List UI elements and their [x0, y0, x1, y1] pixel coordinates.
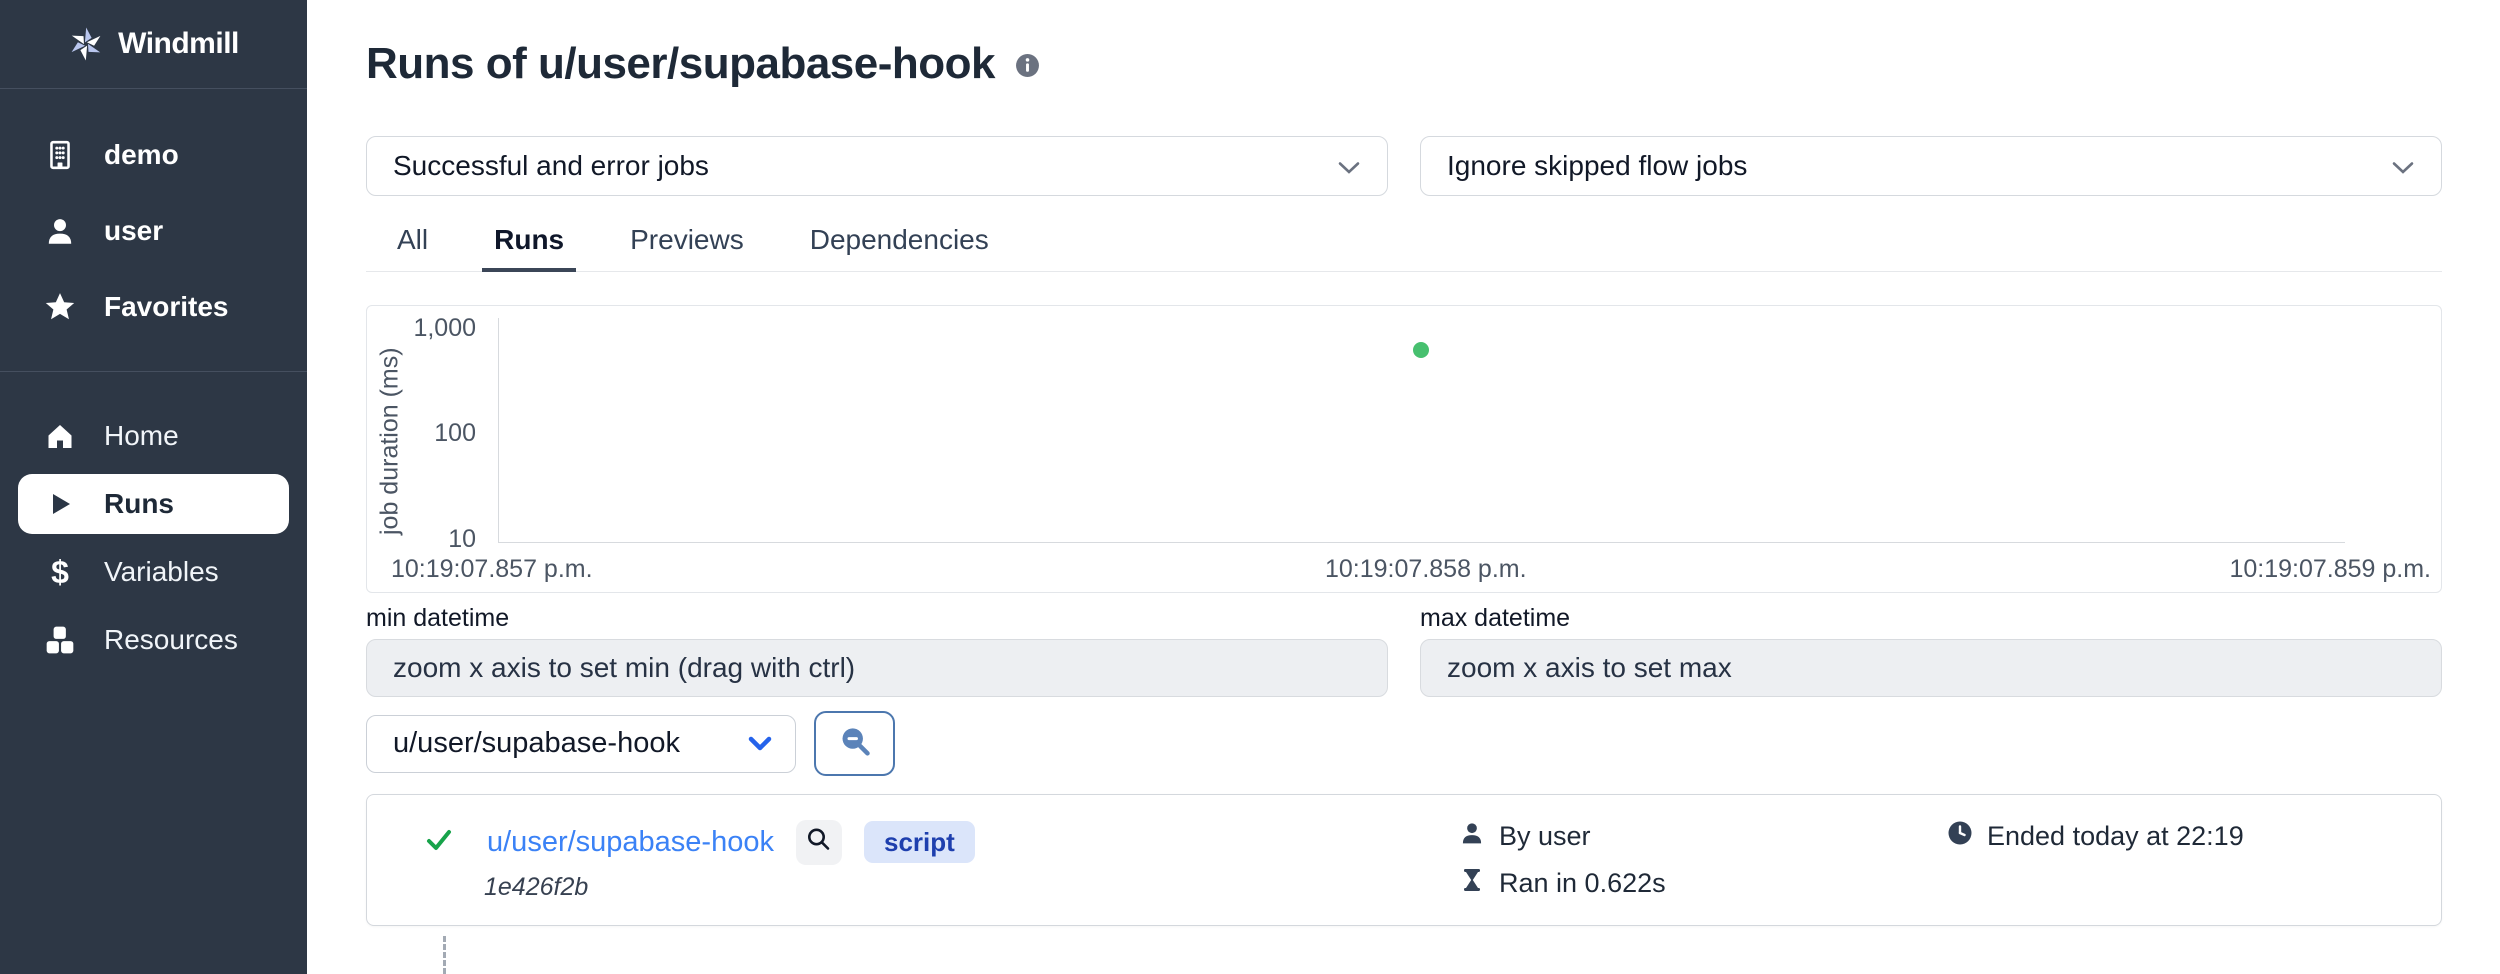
clock-icon	[1947, 820, 1973, 853]
min-datetime-label: min datetime	[366, 604, 1388, 633]
magnifier-icon	[805, 826, 832, 858]
check-icon	[425, 826, 453, 859]
preview-run-button[interactable]	[796, 820, 842, 865]
flow-skip-filter-select[interactable]: Ignore skipped flow jobs	[1420, 136, 2442, 196]
sidebar: Windmill demo	[0, 0, 307, 974]
min-datetime-input[interactable]	[366, 639, 1388, 697]
script-path-value: u/user/supabase-hook	[393, 727, 680, 760]
tab-runs[interactable]: Runs	[482, 224, 576, 271]
run-path-link[interactable]: u/user/supabase-hook	[487, 826, 774, 859]
runs-duration-chart[interactable]: job duration (ms) 1,000 100 10 10:19:07.…	[366, 305, 2442, 593]
script-path-select[interactable]: u/user/supabase-hook	[366, 715, 796, 773]
home-label: Home	[104, 420, 179, 452]
x-tick-start: 10:19:07.857 p.m.	[391, 555, 593, 584]
info-icon[interactable]	[1015, 53, 1040, 83]
hourglass-icon	[1459, 867, 1485, 900]
sidebar-item-resources[interactable]: Resources	[0, 610, 307, 670]
star-icon	[42, 291, 78, 323]
job-id: 1e426f2b	[484, 873, 975, 902]
run-ended: Ended today at 22:19	[1987, 821, 2244, 852]
chevron-down-icon	[1337, 150, 1361, 182]
chevron-down-icon	[2391, 150, 2415, 182]
runs-label: Runs	[104, 488, 174, 520]
timeline-dashed-marker	[443, 936, 446, 974]
workspace-label: demo	[104, 139, 179, 171]
user-label: user	[104, 215, 163, 247]
sidebar-item-favorites[interactable]: Favorites	[0, 269, 307, 345]
tab-dependencies[interactable]: Dependencies	[798, 224, 1001, 271]
sidebar-item-runs[interactable]: Runs	[18, 474, 289, 534]
workspace-section: demo user Favorites	[0, 89, 307, 372]
tab-all[interactable]: All	[385, 224, 440, 271]
home-icon	[42, 421, 78, 451]
nav-section: Home Runs $ Variables	[0, 372, 307, 704]
windmill-pinwheel-icon	[68, 23, 104, 65]
resources-label: Resources	[104, 624, 238, 656]
search-runs-button[interactable]	[814, 711, 895, 776]
user-icon	[42, 215, 78, 247]
main-content: Runs of u/user/supabase-hook Successful …	[307, 0, 2500, 974]
job-kind-badge: script	[864, 821, 975, 863]
sidebar-item-home[interactable]: Home	[0, 406, 307, 466]
y-tick-100: 100	[376, 419, 476, 448]
play-icon	[42, 489, 78, 519]
page-title: Runs of u/user/supabase-hook	[366, 36, 995, 92]
job-status-filter-select[interactable]: Successful and error jobs	[366, 136, 1388, 196]
max-datetime-label: max datetime	[1420, 604, 2442, 633]
chart-y-axis-line	[498, 318, 499, 542]
run-row[interactable]: u/user/supabase-hook script 1e426f2b	[366, 794, 2442, 926]
favorites-label: Favorites	[104, 291, 229, 323]
building-icon	[42, 139, 78, 171]
variables-label: Variables	[104, 556, 219, 588]
user-icon	[1459, 820, 1485, 853]
logo[interactable]: Windmill	[0, 0, 307, 89]
dollar-icon: $	[42, 554, 78, 591]
flow-skip-filter-value: Ignore skipped flow jobs	[1447, 150, 1747, 182]
job-status-filter-value: Successful and error jobs	[393, 150, 709, 182]
zoom-search-icon	[838, 725, 872, 762]
tab-previews[interactable]: Previews	[618, 224, 756, 271]
chart-x-axis-line	[498, 542, 2345, 543]
sidebar-item-variables[interactable]: $ Variables	[0, 542, 307, 602]
y-tick-10: 10	[376, 525, 476, 554]
run-by: By user	[1499, 821, 1591, 852]
success-job-data-point[interactable]	[1413, 342, 1429, 358]
cubes-icon	[42, 624, 78, 656]
run-duration: Ran in 0.622s	[1499, 868, 1666, 899]
y-tick-1000: 1,000	[376, 314, 476, 343]
x-tick-end: 10:19:07.859 p.m.	[2229, 555, 2431, 584]
chevron-down-icon	[747, 727, 773, 760]
windmill-app: Windmill demo	[0, 0, 2500, 974]
x-tick-middle: 10:19:07.858 p.m.	[1325, 555, 1527, 584]
job-kind-tabs: All Runs Previews Dependencies	[366, 224, 2442, 272]
sidebar-item-workspace[interactable]: demo	[0, 117, 307, 193]
sidebar-item-user[interactable]: user	[0, 193, 307, 269]
logo-text: Windmill	[118, 27, 239, 61]
max-datetime-input[interactable]	[1420, 639, 2442, 697]
